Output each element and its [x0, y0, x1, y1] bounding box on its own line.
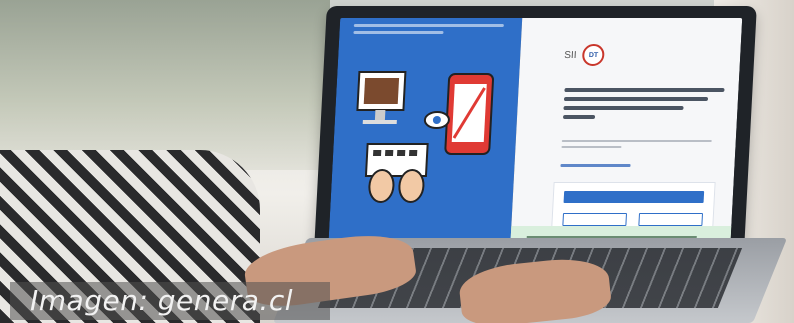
- laptop: SII DT: [313, 6, 757, 268]
- seal-icon: DT: [581, 44, 606, 66]
- image-caption: Imagen: genera.cl: [10, 282, 330, 320]
- illustration: [356, 71, 494, 203]
- alt-login-button-1: [562, 213, 628, 226]
- panel-heading-text: [353, 24, 504, 46]
- logo-text: SII: [564, 49, 577, 61]
- background-window: [0, 0, 330, 170]
- login-button: [563, 191, 705, 203]
- alt-login-button-2: [638, 213, 704, 226]
- laptop-screen: SII DT: [327, 18, 743, 256]
- welcome-heading: [562, 88, 725, 124]
- caption-text: Imagen: genera.cl: [30, 284, 293, 317]
- website-left-panel: [327, 18, 523, 256]
- website-right-panel: SII DT: [509, 18, 743, 256]
- site-logo: SII DT: [564, 44, 606, 66]
- photo: SII DT Imagen: genera.cl: [0, 0, 794, 323]
- description-text: [561, 140, 712, 152]
- info-link: [560, 164, 631, 167]
